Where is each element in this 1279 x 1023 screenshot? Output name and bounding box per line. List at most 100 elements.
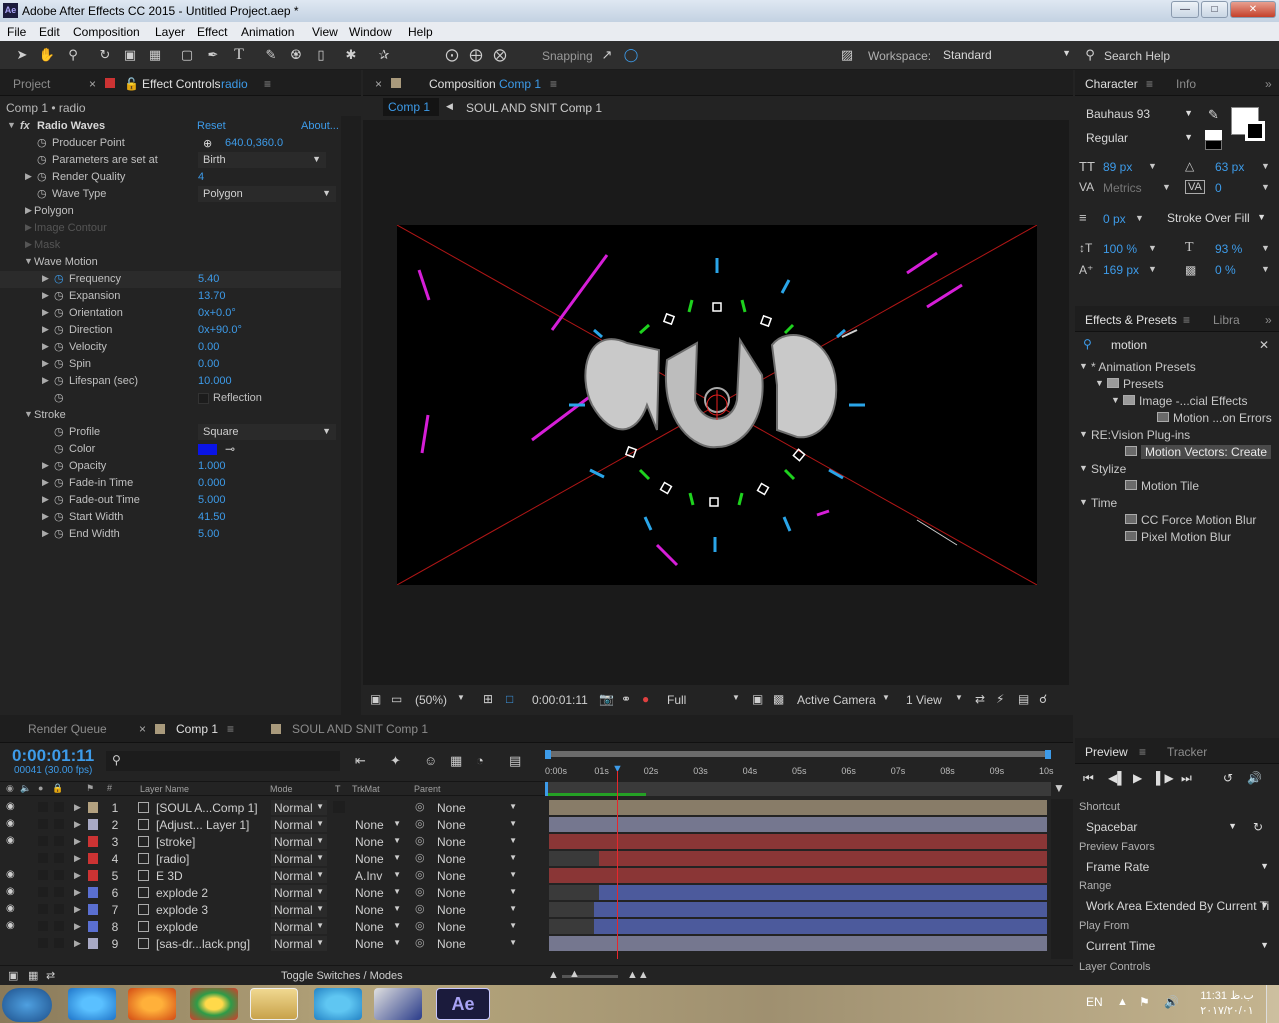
motion-blur-icon[interactable]: ◔ xyxy=(476,753,484,768)
layer-row[interactable]: ▶ 9 [sas-dr...lack.png] Normal None ◎ None xyxy=(0,935,545,952)
triangle-right-icon[interactable]: ▶ xyxy=(74,887,81,898)
triangle-down-icon[interactable]: ▼ xyxy=(1079,463,1088,473)
stopwatch-icon[interactable]: ◷ xyxy=(37,136,47,149)
reflection-checkbox[interactable] xyxy=(198,393,209,404)
comp-canvas[interactable] xyxy=(397,225,1037,585)
triangle-right-icon[interactable]: ▶ xyxy=(42,358,49,369)
triangle-right-icon[interactable]: ▶ xyxy=(25,239,32,250)
timeline-scrollbar[interactable] xyxy=(1051,799,1073,959)
eye-icon[interactable]: ◉ xyxy=(6,903,15,914)
lock-toggle[interactable] xyxy=(54,853,64,863)
prop-value[interactable]: 4 xyxy=(198,171,204,183)
lock-toggle[interactable] xyxy=(54,802,64,812)
layer-name[interactable]: explode 2 xyxy=(156,886,208,900)
workspace-dropdown[interactable]: Standard ▼ xyxy=(937,45,1075,65)
lock-toggle[interactable] xyxy=(54,904,64,914)
triangle-down-icon[interactable]: ▼ xyxy=(24,256,33,266)
parent-dropdown[interactable]: None xyxy=(434,800,520,815)
triangle-right-icon[interactable]: ▶ xyxy=(42,528,49,539)
label-color[interactable] xyxy=(88,819,98,830)
mode-dropdown[interactable]: Normal xyxy=(271,936,327,951)
layer-name[interactable]: [stroke] xyxy=(156,835,195,849)
stroke-mode-dropdown[interactable]: Stroke Over Fill xyxy=(1160,209,1272,228)
horizontal-scale-value[interactable]: 93 % xyxy=(1215,242,1242,256)
tab-effect-controls[interactable]: Effect Controls xyxy=(142,77,220,91)
label-color[interactable] xyxy=(88,802,98,813)
crosshair-icon[interactable]: ⊕ xyxy=(203,137,212,150)
pan-behind-tool-icon[interactable]: ▦ xyxy=(146,46,164,64)
eraser-tool-icon[interactable]: ▯ xyxy=(312,46,330,64)
tab-composition[interactable]: Composition xyxy=(429,77,496,91)
profile-dropdown[interactable]: Square xyxy=(198,424,336,440)
volume-icon[interactable]: 🔊 xyxy=(1164,995,1179,1009)
effect-controls-layer[interactable]: radio xyxy=(221,77,248,91)
stopwatch-icon[interactable]: ◷ xyxy=(54,425,64,438)
tsume-value[interactable]: 0 % xyxy=(1215,263,1236,277)
reset-link[interactable]: Reset xyxy=(197,120,226,132)
eye-icon[interactable]: ◉ xyxy=(6,886,15,897)
zoom-out-icon[interactable]: ▲ xyxy=(548,969,559,981)
pick-whip-icon[interactable]: ◎ xyxy=(415,851,425,864)
effects-tree-item[interactable]: ▼ Presets xyxy=(1075,375,1279,392)
parent-dropdown[interactable]: None xyxy=(434,851,520,866)
clone-stamp-tool-icon[interactable]: ♼ xyxy=(287,46,305,64)
tab-libraries[interactable]: Libra xyxy=(1213,313,1240,327)
solo-toggle[interactable] xyxy=(38,802,48,812)
pick-whip-icon[interactable]: ◎ xyxy=(415,885,425,898)
mode-header[interactable]: Mode xyxy=(270,784,293,794)
triangle-down-icon[interactable]: ▼ xyxy=(24,409,33,419)
triangle-right-icon[interactable]: ▶ xyxy=(42,324,49,335)
grid-icon[interactable]: ⊞ xyxy=(483,692,493,706)
lock-toggle[interactable] xyxy=(54,921,64,931)
layer-duration-bar[interactable] xyxy=(549,800,1047,815)
prop-start-width[interactable]: ▶ ◷ Start Width 41.50 xyxy=(0,509,361,526)
triangle-right-icon[interactable]: ▶ xyxy=(42,511,49,522)
triangle-right-icon[interactable]: ▶ xyxy=(42,341,49,352)
prop-reflection[interactable]: ◷ Reflection xyxy=(0,390,361,407)
axis-view-icon[interactable]: ⨂ xyxy=(491,46,509,64)
preview-favors-dropdown[interactable]: Frame Rate xyxy=(1079,858,1275,877)
prop-value[interactable]: 13.70 xyxy=(198,290,226,302)
roto-brush-tool-icon[interactable]: ✱ xyxy=(342,46,360,64)
mode-dropdown[interactable]: Normal xyxy=(271,885,327,900)
menu-composition[interactable]: Composition xyxy=(73,25,140,39)
reset-icon[interactable]: ↻ xyxy=(1253,820,1263,834)
group-stroke[interactable]: ▼ Stroke xyxy=(0,407,361,424)
navigator-end-handle[interactable] xyxy=(1045,750,1051,759)
axis-local-icon[interactable]: ⨀ xyxy=(443,46,461,64)
stopwatch-icon[interactable]: ◷ xyxy=(54,459,64,472)
layer-duration-bar[interactable] xyxy=(593,919,1047,934)
tab-info[interactable]: Info xyxy=(1176,77,1196,91)
next-frame-icon[interactable]: ▌▶ xyxy=(1156,771,1174,785)
prop-parameters-set-at[interactable]: ◷ Parameters are set at Birth xyxy=(0,152,361,169)
prop-lifespan[interactable]: ▶ ◷ Lifespan (sec) 10.000 xyxy=(0,373,361,390)
kerning-value[interactable]: Metrics xyxy=(1103,181,1142,195)
after-effects-taskbar-icon[interactable]: Ae xyxy=(436,988,490,1020)
stopwatch-icon[interactable]: ◷ xyxy=(37,170,47,183)
triangle-right-icon[interactable]: ▶ xyxy=(74,853,81,864)
workspace-icon[interactable]: ▨ xyxy=(836,46,858,64)
eye-icon[interactable]: ◉ xyxy=(6,801,15,812)
layer-duration-bar[interactable] xyxy=(549,936,1047,951)
composition-viewport[interactable] xyxy=(363,120,1069,685)
zoom-tool-icon[interactable]: ⚲ xyxy=(64,46,82,64)
mode-dropdown[interactable]: Normal xyxy=(271,919,327,934)
tab-soul-and-snit[interactable]: SOUL AND SNIT Comp 1 xyxy=(292,722,428,736)
layer-duration-bar[interactable] xyxy=(549,834,1047,849)
triangle-down-icon[interactable]: ▼ xyxy=(1111,395,1120,405)
prop-opacity[interactable]: ▶ ◷ Opacity 1.000 xyxy=(0,458,361,475)
tab-character[interactable]: Character xyxy=(1085,77,1138,91)
font-style-dropdown[interactable]: Regular xyxy=(1079,129,1199,148)
effects-tree-item[interactable]: Motion Tile xyxy=(1075,477,1279,494)
time-navigator[interactable] xyxy=(545,751,1051,757)
triangle-right-icon[interactable]: ▶ xyxy=(74,836,81,847)
layer-row[interactable]: ◉ ▶ 6 explode 2 Normal None ◎ None xyxy=(0,884,545,901)
prop-orientation[interactable]: ▶ ◷ Orientation 0x+0.0° xyxy=(0,305,361,322)
mode-dropdown[interactable]: Normal xyxy=(271,834,327,849)
font-family-dropdown[interactable]: Bauhaus 93 xyxy=(1079,105,1199,124)
stopwatch-icon[interactable]: ◷ xyxy=(54,510,64,523)
parent-dropdown[interactable]: None xyxy=(434,817,520,832)
triangle-right-icon[interactable]: ▶ xyxy=(42,273,49,284)
menu-animation[interactable]: Animation xyxy=(241,25,294,39)
triangle-down-icon[interactable]: ▼ xyxy=(7,120,16,130)
